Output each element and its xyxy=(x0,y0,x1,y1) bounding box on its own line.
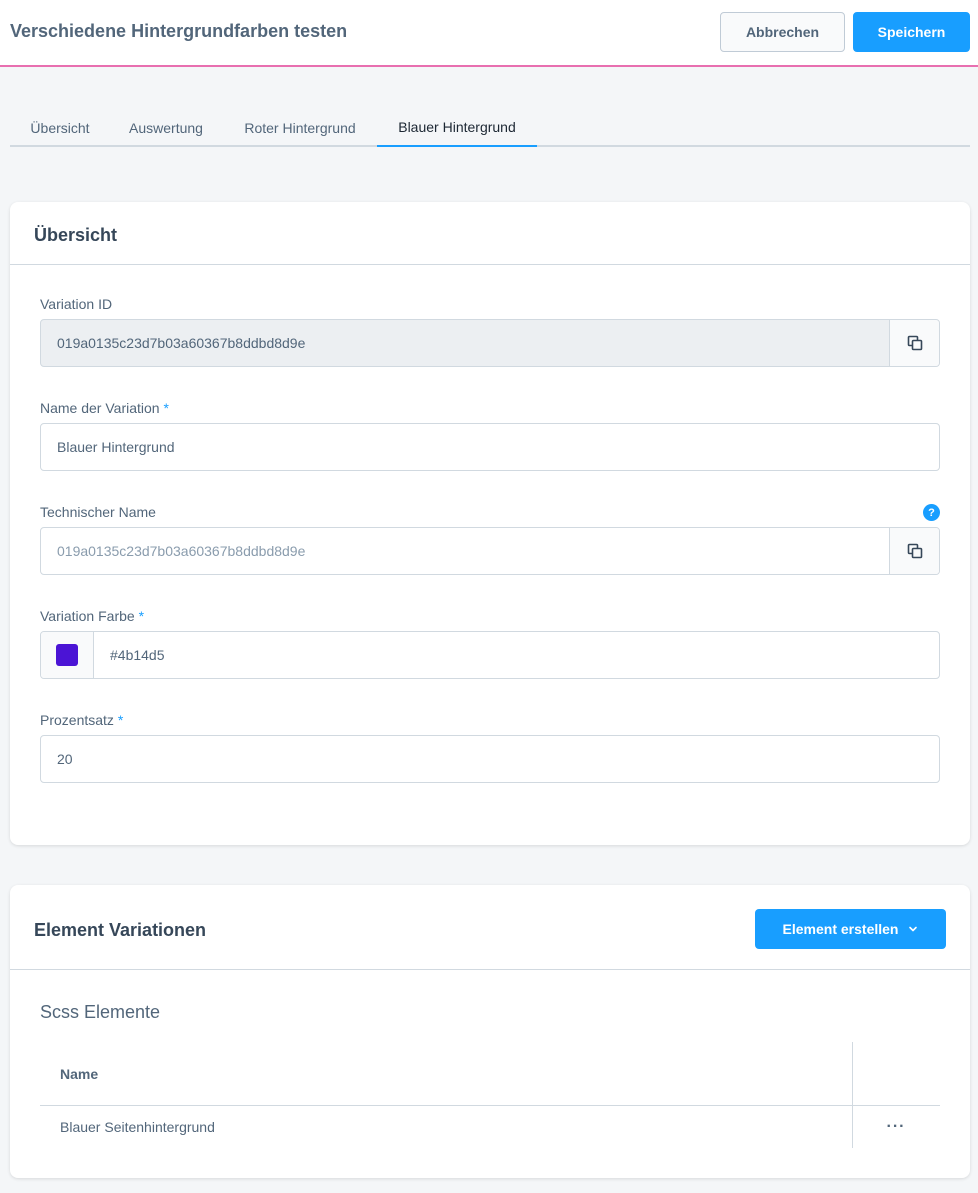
top-bar: Verschiedene Hintergrundfarben testen Ab… xyxy=(0,0,978,67)
chevron-down-icon xyxy=(909,926,918,932)
required-marker: * xyxy=(117,712,124,728)
copy-technical-name-button[interactable] xyxy=(889,528,939,574)
color-picker-toggle[interactable] xyxy=(41,632,94,678)
scss-elements-table: Name Blauer Seitenhintergrund ··· xyxy=(40,1042,940,1148)
technical-name-input[interactable]: 019a0135c23d7b03a60367b8ddbd8d9e xyxy=(40,527,940,575)
row-actions-button[interactable]: ··· xyxy=(876,1106,916,1148)
overview-card: Übersicht Variation ID 019a0135c23d7b03a… xyxy=(10,202,970,845)
variation-name-label: Name der Variation * xyxy=(40,400,169,416)
color-swatch xyxy=(56,644,78,666)
variation-color-label-text: Variation Farbe xyxy=(40,608,135,624)
tab-evaluation[interactable]: Auswertung xyxy=(116,108,216,147)
tab-blue-background[interactable]: Blauer Hintergrund xyxy=(377,108,537,147)
variation-color-value: #4b14d5 xyxy=(110,647,165,663)
percentage-value: 20 xyxy=(57,751,73,767)
percentage-label-text: Prozentsatz xyxy=(40,712,114,728)
column-divider xyxy=(852,1042,853,1148)
create-element-label: Element erstellen xyxy=(782,921,899,937)
copy-icon xyxy=(907,335,922,351)
tab-bar: Übersicht Auswertung Roter Hintergrund B… xyxy=(10,108,970,147)
technical-name-label: Technischer Name xyxy=(40,504,156,520)
help-icon[interactable]: ? xyxy=(923,504,940,521)
variation-name-value: Blauer Hintergrund xyxy=(57,439,175,455)
column-header-name[interactable]: Name xyxy=(60,1042,98,1105)
page-title: Verschiedene Hintergrundfarben testen xyxy=(10,21,348,41)
more-horizontal-icon: ··· xyxy=(886,1118,906,1135)
required-marker: * xyxy=(138,608,145,624)
variation-id-label: Variation ID xyxy=(40,296,112,312)
create-element-button[interactable]: Element erstellen xyxy=(755,909,946,949)
overview-card-header: Übersicht xyxy=(10,202,970,265)
element-variations-header: Element Variationen Element erstellen xyxy=(10,885,970,970)
overview-title: Übersicht xyxy=(34,225,118,245)
variation-id-field: 019a0135c23d7b03a60367b8ddbd8d9e xyxy=(40,319,940,367)
technical-name-label-text: Technischer Name xyxy=(40,504,156,520)
tab-overview[interactable]: Übersicht xyxy=(10,108,110,147)
element-variations-title: Element Variationen xyxy=(34,920,207,940)
table-row-name[interactable]: Blauer Seitenhintergrund xyxy=(60,1106,215,1148)
cancel-button[interactable]: Abbrechen xyxy=(720,12,845,52)
variation-id-label-text: Variation ID xyxy=(40,296,113,312)
element-variations-card: Element Variationen Element erstellen Sc… xyxy=(10,885,970,1178)
required-marker: * xyxy=(163,400,169,416)
copy-variation-id-button[interactable] xyxy=(889,320,939,366)
variation-color-label: Variation Farbe * xyxy=(40,608,144,624)
variation-name-label-text: Name der Variation xyxy=(40,400,160,416)
save-button[interactable]: Speichern xyxy=(853,12,970,52)
scss-elements-heading: Scss Elemente xyxy=(40,1002,161,1022)
variation-color-input[interactable]: #4b14d5 xyxy=(40,631,940,679)
percentage-input[interactable]: 20 xyxy=(40,735,940,783)
tab-red-background[interactable]: Roter Hintergrund xyxy=(230,108,370,147)
percentage-label: Prozentsatz * xyxy=(40,712,123,728)
variation-id-value: 019a0135c23d7b03a60367b8ddbd8d9e xyxy=(57,335,306,351)
copy-icon xyxy=(907,543,922,559)
technical-name-placeholder: 019a0135c23d7b03a60367b8ddbd8d9e xyxy=(57,543,306,559)
variation-name-input[interactable]: Blauer Hintergrund xyxy=(40,423,940,471)
